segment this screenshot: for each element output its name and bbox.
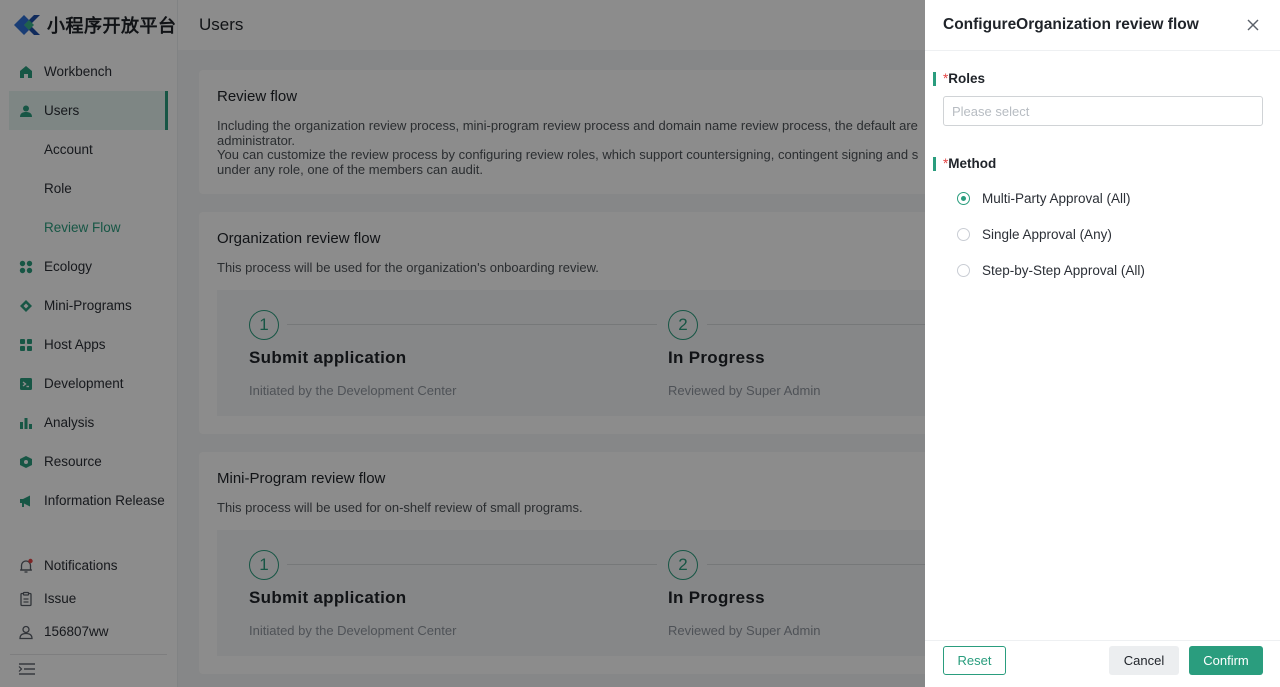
drawer-header: ConfigureOrganization review flow [925, 0, 1280, 51]
roles-label-text: Roles [948, 71, 986, 86]
radio-dot[interactable] [957, 264, 970, 277]
radio-label: Multi-Party Approval (All) [982, 191, 1131, 206]
reset-button[interactable]: Reset [943, 646, 1006, 675]
drawer-footer: Reset Cancel Confirm [925, 640, 1280, 687]
configure-review-flow-drawer: ConfigureOrganization review flow * Role… [925, 0, 1280, 687]
confirm-button[interactable]: Confirm [1189, 646, 1263, 675]
method-radio-step-by-step[interactable]: Step-by-Step Approval (All) [957, 263, 1145, 278]
method-label-text: Method [948, 156, 997, 171]
roles-label: * Roles [933, 71, 985, 86]
method-label: * Method [933, 156, 996, 171]
radio-label: Step-by-Step Approval (All) [982, 263, 1145, 278]
label-accent-bar [933, 71, 936, 86]
roles-select[interactable] [943, 96, 1263, 126]
radio-dot[interactable] [957, 192, 970, 205]
drawer-title: ConfigureOrganization review flow [943, 16, 1199, 33]
radio-dot[interactable] [957, 228, 970, 241]
method-radio-multi-party[interactable]: Multi-Party Approval (All) [957, 191, 1131, 206]
label-accent-bar [933, 156, 936, 171]
close-icon[interactable] [1246, 18, 1260, 32]
method-radio-single[interactable]: Single Approval (Any) [957, 227, 1112, 242]
radio-label: Single Approval (Any) [982, 227, 1112, 242]
cancel-button[interactable]: Cancel [1109, 646, 1179, 675]
modal-overlay[interactable] [0, 0, 925, 687]
